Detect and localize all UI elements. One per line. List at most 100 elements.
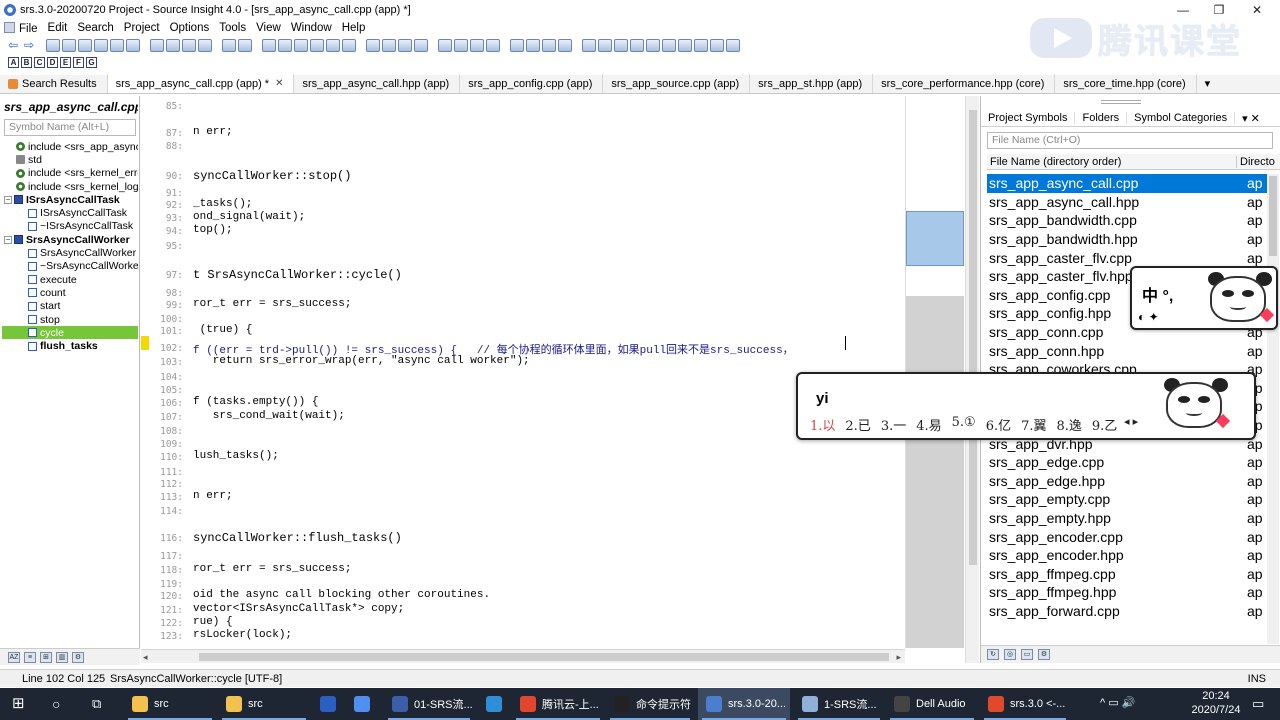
taskbar-app-button[interactable]: Dell Audio bbox=[886, 688, 978, 720]
browse-icon[interactable]: ◎ bbox=[1004, 649, 1016, 660]
forward-arrow-icon[interactable]: ⇨ bbox=[22, 39, 36, 52]
tab-overflow-button[interactable]: ▾ bbox=[1197, 74, 1219, 93]
tab-file-1[interactable]: srs_app_async_call.cpp (app) * ✕ bbox=[107, 74, 295, 93]
layout-1-icon[interactable] bbox=[510, 38, 524, 52]
tab-search-results[interactable]: Search Results bbox=[0, 74, 108, 93]
tree-view-icon[interactable]: ⊞ bbox=[40, 651, 52, 663]
system-tray[interactable]: ^ ▭ 🔊 bbox=[1100, 696, 1135, 709]
file-row[interactable]: srs_app_empty.hpp ap bbox=[987, 509, 1267, 528]
undo-icon[interactable] bbox=[222, 38, 236, 52]
file-row[interactable]: srs_app_conn.hpp ap bbox=[987, 341, 1267, 360]
file-row[interactable]: srs_app_encoder.cpp ap bbox=[987, 527, 1267, 546]
file-row[interactable]: srs_app_async_call.cpp ap bbox=[987, 174, 1267, 193]
notification-icon[interactable]: ▭ bbox=[1252, 696, 1264, 712]
file-icon[interactable] bbox=[614, 38, 628, 52]
cut-icon[interactable] bbox=[150, 38, 164, 52]
taskbar-app-button[interactable] bbox=[312, 688, 342, 720]
redo-icon[interactable] bbox=[238, 38, 252, 52]
toolbar-b-icon[interactable]: B bbox=[21, 56, 32, 68]
collapse-toggle-icon[interactable]: − bbox=[4, 195, 12, 204]
file-row[interactable]: srs_app_async_call.hpp ap bbox=[987, 193, 1267, 212]
taskbar-app-button[interactable]: srs.3.0 <-... bbox=[980, 688, 1070, 720]
panel-icon[interactable] bbox=[726, 38, 740, 52]
project-window-close-icon[interactable]: ▾ ✕ bbox=[1235, 112, 1267, 125]
tab-file-4[interactable]: srs_app_source.cpp (app) bbox=[603, 74, 751, 93]
taskbar-taskview-button[interactable]: ⧉ bbox=[84, 688, 116, 720]
tab-file-5[interactable]: srs_app_st.hpp (app) bbox=[750, 74, 874, 93]
tab-file-7[interactable]: srs_core_time.hpp (core) bbox=[1055, 74, 1197, 93]
outline-icon[interactable] bbox=[342, 38, 356, 52]
back-arrow-icon[interactable]: ⇦ bbox=[6, 39, 20, 52]
project-tab-1[interactable]: Folders bbox=[1075, 112, 1128, 124]
panel-settings-icon[interactable]: ⚙ bbox=[1038, 649, 1050, 660]
symbol-item[interactable]: − ISrsAsyncCallTask bbox=[2, 193, 138, 206]
ime-candidate[interactable]: 5.① bbox=[952, 415, 976, 434]
ime-mode-text[interactable]: 中 °, bbox=[1142, 282, 1173, 306]
symbol-item[interactable]: stop bbox=[2, 313, 138, 326]
info-icon[interactable] bbox=[398, 38, 412, 52]
toolbar-g-icon[interactable]: G bbox=[86, 56, 97, 68]
file-row[interactable]: srs_app_ffmpeg.hpp ap bbox=[987, 583, 1267, 602]
symbol-item[interactable]: − SrsAsyncCallWorker bbox=[2, 233, 138, 246]
ime-candidate[interactable]: 6.亿 bbox=[986, 415, 1011, 434]
file-list-scroll-thumb[interactable] bbox=[1269, 176, 1277, 256]
ime-candidate[interactable]: 2.已 bbox=[845, 415, 870, 434]
taskbar-start-button[interactable]: ⊞ bbox=[4, 688, 36, 720]
rename-icon[interactable] bbox=[470, 38, 484, 52]
taskbar-app-button[interactable]: 01-SRS流... bbox=[384, 688, 474, 720]
menu-search[interactable]: Search bbox=[77, 22, 113, 34]
sync-icon[interactable]: ↻ bbox=[987, 649, 999, 660]
horizontal-scroll-thumb[interactable] bbox=[199, 653, 889, 661]
menu-view[interactable]: View bbox=[256, 22, 281, 34]
project-tab-2[interactable]: Symbol Categories bbox=[1127, 112, 1236, 124]
menu-file[interactable]: File bbox=[4, 22, 38, 35]
tab-close-icon[interactable]: ✕ bbox=[275, 78, 283, 89]
copy-icon[interactable] bbox=[166, 38, 180, 52]
bookmark-icon[interactable] bbox=[310, 38, 324, 52]
symbol-item[interactable]: include <srs_app_async_call.hpp> bbox=[2, 140, 138, 153]
save-all-icon[interactable] bbox=[94, 38, 108, 52]
jump-up-icon[interactable] bbox=[278, 38, 292, 52]
delete-icon[interactable] bbox=[198, 38, 212, 52]
symbol-item[interactable]: flush_tasks bbox=[2, 339, 138, 352]
book-icon[interactable]: ▥ bbox=[56, 651, 68, 663]
sort-az-icon[interactable]: AZ bbox=[8, 651, 20, 663]
symbol-item[interactable]: start bbox=[2, 300, 138, 313]
ime-moon-icon[interactable]: ◐ ✦ bbox=[1138, 310, 1159, 324]
editor-horizontal-scrollbar[interactable]: ◂ ▸ bbox=[141, 649, 905, 663]
jump-down-icon[interactable] bbox=[294, 38, 308, 52]
symbol-item[interactable]: SrsAsyncCallWorker bbox=[2, 246, 138, 259]
column-directory[interactable]: Directo bbox=[1237, 156, 1275, 168]
file-row[interactable]: srs_app_encoder.hpp ap bbox=[987, 546, 1267, 565]
sym-window-icon[interactable] bbox=[366, 38, 380, 52]
menu-window[interactable]: Window bbox=[291, 22, 332, 34]
menu-options[interactable]: Options bbox=[170, 22, 210, 34]
column-file-name[interactable]: File Name (directory order) bbox=[987, 155, 1237, 168]
symbol-item[interactable]: ~SrsAsyncCallWorker bbox=[2, 260, 138, 273]
lookup-icon[interactable] bbox=[438, 38, 452, 52]
replace-icon[interactable] bbox=[326, 38, 340, 52]
symbol-item[interactable]: execute bbox=[2, 273, 138, 286]
menu-project[interactable]: Project bbox=[124, 22, 160, 34]
project-tab-0[interactable]: Project Symbols bbox=[981, 112, 1076, 124]
ime-candidate[interactable]: 3.一 bbox=[881, 415, 906, 434]
file-row[interactable]: srs_app_empty.cpp ap bbox=[987, 490, 1267, 509]
file-name-search-input[interactable]: File Name (Ctrl+O) bbox=[987, 132, 1273, 149]
clipboard-icon[interactable] bbox=[662, 38, 676, 52]
toolbar-a-icon[interactable]: A bbox=[8, 56, 19, 68]
print-icon[interactable] bbox=[126, 38, 140, 52]
layout-2-icon[interactable] bbox=[526, 38, 540, 52]
save-icon[interactable] bbox=[78, 38, 92, 52]
menu-help[interactable]: Help bbox=[342, 22, 366, 34]
layout-4-icon[interactable] bbox=[558, 38, 572, 52]
scroll-right-icon[interactable]: ▸ bbox=[896, 650, 901, 664]
taskbar-app-button[interactable]: 1-SRS流... bbox=[794, 688, 884, 720]
tab-file-3[interactable]: srs_app_config.cpp (app) bbox=[460, 74, 604, 93]
edit-sync-icon[interactable] bbox=[486, 38, 500, 52]
paste-icon[interactable] bbox=[182, 38, 196, 52]
relation-icon[interactable] bbox=[382, 38, 396, 52]
scroll-left-icon[interactable]: ◂ bbox=[143, 650, 148, 664]
vertical-scroll-thumb[interactable] bbox=[969, 110, 977, 565]
symbol-item[interactable]: cycle bbox=[2, 326, 138, 340]
file-row[interactable]: srs_app_bandwidth.cpp ap bbox=[987, 211, 1267, 230]
